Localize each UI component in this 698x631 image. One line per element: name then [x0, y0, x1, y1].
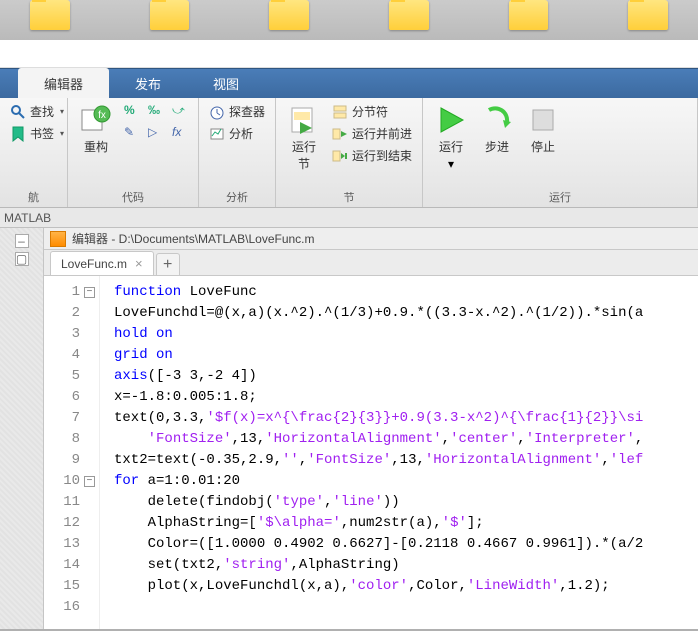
- comment-button[interactable]: %: [122, 102, 142, 120]
- folder-icon: [269, 0, 309, 30]
- step-icon: [481, 104, 513, 136]
- line-gutter: 1 −2 3 4 5 6 7 8 9 10 −11 12 13 14 15 16: [44, 276, 100, 629]
- indent-icon: ✎: [124, 125, 140, 141]
- split-icon: [332, 104, 348, 120]
- dock-restore-button[interactable]: ▢: [15, 252, 29, 266]
- wrap-button[interactable]: ⤻: [170, 102, 190, 120]
- run-advance-label: 运行并前进: [352, 125, 412, 142]
- svg-text:fx: fx: [98, 110, 106, 121]
- folder-icon: [150, 0, 190, 30]
- ribbon: 查找 ▾ 书签 ▾ 航 fx 重构 % ‰ ⤻ ✎ ▷ fx 代码: [0, 98, 698, 208]
- file-tab-label: LoveFunc.m: [61, 257, 127, 271]
- refactor-label: 重构: [84, 138, 108, 155]
- percent-icon: %: [124, 103, 140, 119]
- tab-editor[interactable]: 编辑器: [18, 68, 109, 98]
- code-area[interactable]: 1 −2 3 4 5 6 7 8 9 10 −11 12 13 14 15 16…: [44, 276, 698, 629]
- chevron-down-icon: ▾: [60, 129, 64, 138]
- outdent-button[interactable]: ▷: [146, 124, 166, 142]
- run-button[interactable]: 运行 ▾: [431, 102, 471, 173]
- file-tab-bar: LoveFunc.m × +: [44, 250, 698, 276]
- run-advance-button[interactable]: 运行并前进: [330, 124, 414, 143]
- path-bar: MATLAB: [0, 208, 698, 228]
- new-tab-button[interactable]: +: [156, 253, 180, 275]
- analyze-button[interactable]: 分析: [207, 124, 267, 143]
- group-title-code: 代码: [76, 187, 190, 205]
- bookmark-button[interactable]: 书签 ▾: [8, 124, 66, 143]
- editor-wrap: – ▢ 编辑器 - D:\Documents\MATLAB\LoveFunc.m…: [0, 228, 698, 629]
- close-icon[interactable]: ×: [135, 256, 143, 271]
- refactor-button[interactable]: fx 重构: [76, 102, 116, 157]
- file-tab[interactable]: LoveFunc.m ×: [50, 251, 154, 275]
- chevron-down-icon: ▾: [60, 107, 64, 116]
- run-label: 运行: [439, 138, 463, 155]
- group-title-section: 节: [284, 187, 414, 205]
- permille-icon: ‰: [148, 103, 164, 119]
- search-icon: [10, 104, 26, 120]
- run-advance-icon: [332, 126, 348, 142]
- code-content[interactable]: function LoveFuncLoveFunchdl=@(x,a)(x.^2…: [100, 276, 643, 629]
- refactor-icon: fx: [80, 104, 112, 136]
- bookmark-label: 书签: [30, 125, 54, 142]
- run-to-end-icon: [332, 148, 348, 164]
- stop-label: 停止: [531, 138, 555, 155]
- chevron-down-icon: ▾: [448, 157, 454, 171]
- editor-header: 编辑器 - D:\Documents\MATLAB\LoveFunc.m: [44, 228, 698, 250]
- analyze-icon: [209, 126, 225, 142]
- indent-button[interactable]: ✎: [122, 124, 142, 142]
- wrap-icon: ⤻: [172, 103, 188, 119]
- tab-publish[interactable]: 发布: [109, 68, 187, 98]
- window-titlebar-gap: [0, 40, 698, 68]
- uncomment-button[interactable]: ‰: [146, 102, 166, 120]
- play-icon: [435, 104, 467, 136]
- clock-icon: [209, 104, 225, 120]
- section-break-button[interactable]: 分节符: [330, 102, 414, 121]
- folder-icon: [30, 0, 70, 30]
- tab-view[interactable]: 视图: [187, 68, 265, 98]
- find-label: 查找: [30, 103, 54, 120]
- bookmark-icon: [10, 126, 26, 142]
- step-label: 步进: [485, 138, 509, 155]
- editor-file-icon: [50, 231, 66, 247]
- folder-icon: [628, 0, 668, 30]
- run-to-end-button[interactable]: 运行到结束: [330, 146, 414, 165]
- group-title-analyze: 分析: [207, 187, 267, 205]
- group-title-run: 运行: [431, 187, 689, 205]
- editor-path: 编辑器 - D:\Documents\MATLAB\LoveFunc.m: [72, 230, 315, 247]
- folder-icon: [509, 0, 549, 30]
- run-section-label: 运行 节: [292, 138, 316, 172]
- group-title-nav: 航: [8, 187, 59, 205]
- stop-icon: [527, 104, 559, 136]
- step-button[interactable]: 步进: [477, 102, 517, 157]
- run-section-button[interactable]: 运行 节: [284, 102, 324, 174]
- section-break-label: 分节符: [352, 103, 388, 120]
- run-to-end-label: 运行到结束: [352, 147, 412, 164]
- outdent-icon: ▷: [148, 125, 164, 141]
- run-section-icon: [288, 104, 320, 136]
- editor-main: 编辑器 - D:\Documents\MATLAB\LoveFunc.m Lov…: [44, 228, 698, 629]
- ribbon-tabstrip: 编辑器 发布 视图: [0, 68, 698, 98]
- folder-icon: [389, 0, 429, 30]
- analyze-label: 分析: [229, 125, 253, 142]
- profiler-button[interactable]: 探查器: [207, 102, 267, 121]
- profiler-label: 探查器: [229, 103, 265, 120]
- dock-gutter: – ▢: [0, 228, 44, 629]
- stop-button[interactable]: 停止: [523, 102, 563, 157]
- os-folder-bar: [0, 0, 698, 40]
- fx-icon: fx: [172, 125, 188, 141]
- fx-button[interactable]: fx: [170, 124, 190, 142]
- find-button[interactable]: 查找 ▾: [8, 102, 66, 121]
- dock-minimize-button[interactable]: –: [15, 234, 29, 248]
